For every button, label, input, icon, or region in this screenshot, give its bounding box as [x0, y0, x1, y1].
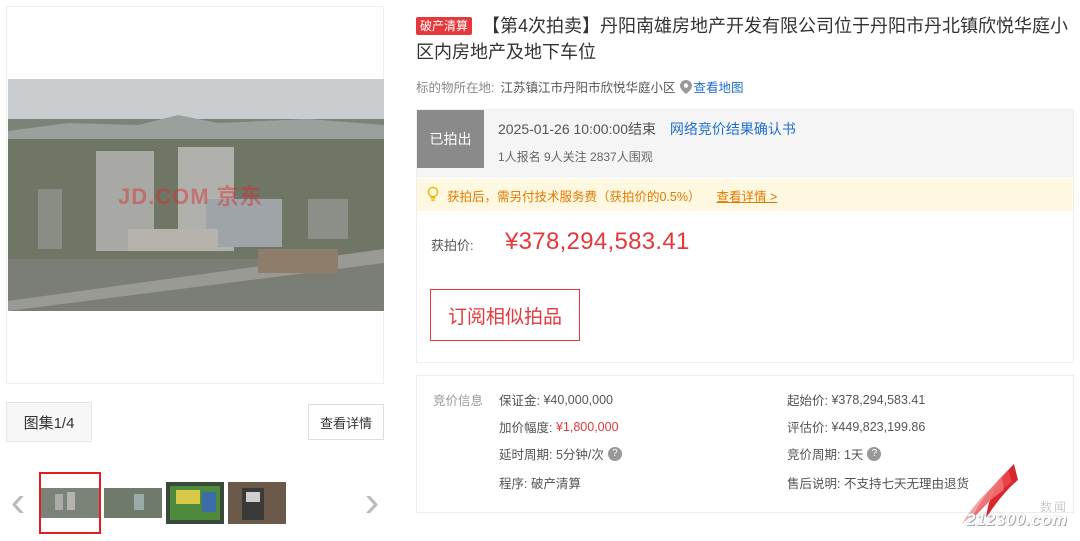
aftersale-label: 售后说明: [787, 477, 841, 491]
participation-counts: 1人报名 9人关注 2837人围观 [498, 150, 653, 164]
cycle-label: 竞价周期: [787, 448, 841, 462]
jd-watermark: JD.COM 京东 [118, 184, 263, 209]
increment-row: 加价幅度: ¥1,800,000 [499, 417, 619, 436]
item-title: 【第4次拍卖】丹阳南雄房地产开发有限公司位于丹阳市丹北镇欣悦华庭小区内房地产及地… [416, 16, 1069, 62]
delay-row: 延时周期: 5分钟/次 ? [499, 444, 622, 463]
help-icon[interactable]: ? [867, 446, 882, 461]
lightbulb-icon [427, 186, 439, 205]
start-price-value: ¥378,294,583.41 [831, 392, 926, 407]
end-time-row: 2025-01-26 10:00:00结束 网络竞价结果确认书 [498, 119, 796, 139]
main-image-panel: JD.COM 京东 [6, 6, 384, 384]
increment-value: ¥1,800,000 [555, 419, 619, 434]
thumbnail-4[interactable] [228, 482, 286, 524]
procedure-row: 程序: 破产清算 [499, 473, 581, 492]
delay-label: 延时周期: [499, 448, 553, 462]
cycle-row: 竞价周期: 1天 ? [787, 444, 882, 463]
thumbnail-2[interactable] [104, 482, 162, 524]
main-property-photo[interactable]: JD.COM 京东 [8, 79, 384, 311]
location-label: 标的物所在地: [416, 81, 495, 95]
prev-arrow-icon[interactable]: ‹ [8, 480, 28, 524]
bid-info-heading: 竞价信息 [433, 394, 484, 408]
cycle-value: 1天 [843, 448, 864, 462]
auction-status-panel: 已拍出 2025-01-26 10:00:00结束 网络竞价结果确认书 1人报名… [416, 109, 1074, 363]
increment-label: 加价幅度: [499, 421, 553, 435]
location-row: 标的物所在地: 江苏镇江市丹阳市欣悦华庭小区 查看地图 [416, 77, 744, 96]
procedure-label: 程序: [499, 477, 528, 491]
logo-cn-text: 数闻 [1040, 500, 1069, 514]
next-arrow-icon[interactable]: › [362, 480, 382, 524]
start-price-row: 起始价: ¥378,294,583.41 [787, 390, 925, 409]
thumbnail-1[interactable] [39, 472, 101, 534]
subscribe-similar-button[interactable]: 订阅相似拍品 [430, 289, 580, 341]
thumbnail-3[interactable] [166, 482, 224, 524]
notice-text: 获拍后，需另付技术服务费（获拍价的0.5%） [447, 189, 701, 204]
deposit-row: 保证金: ¥40,000,000 [499, 390, 613, 409]
view-details-button[interactable]: 查看详情 [308, 404, 384, 440]
appraisal-label: 评估价: [787, 421, 828, 435]
result-confirmation-link[interactable]: 网络竞价结果确认书 [670, 121, 796, 137]
deposit-value: ¥40,000,000 [543, 392, 613, 407]
aftersale-value: 不支持七天无理由退货 [843, 477, 969, 491]
notice-details-link[interactable]: 查看详情 > [717, 186, 778, 205]
procedure-value: 破产清算 [530, 477, 581, 491]
appraisal-value: ¥449,823,199.86 [831, 419, 926, 434]
status-header: 已拍出 2025-01-26 10:00:00结束 网络竞价结果确认书 1人报名… [417, 110, 1073, 178]
winning-price-value: ¥378,294,583.41 [505, 228, 690, 255]
help-icon[interactable]: ? [607, 446, 622, 461]
end-time: 2025-01-26 10:00:00结束 [498, 121, 656, 137]
winning-price-label: 获拍价: [431, 238, 474, 253]
service-fee-notice: 获拍后，需另付技术服务费（获拍价的0.5%） 查看详情 > [417, 179, 1073, 211]
album-counter[interactable]: 图集1/4 [6, 402, 92, 442]
location-value: 江苏镇江市丹阳市欣悦华庭小区 [500, 81, 676, 95]
sold-tag: 已拍出 [417, 110, 484, 168]
delay-value: 5分钟/次 [555, 448, 604, 462]
start-price-label: 起始价: [787, 394, 828, 408]
aftersale-row: 售后说明: 不支持七天无理由退货 [787, 473, 969, 492]
view-map-link[interactable]: 查看地图 [694, 77, 744, 96]
deposit-label: 保证金: [499, 394, 540, 408]
appraisal-row: 评估价: ¥449,823,199.86 [787, 417, 925, 436]
map-pin-icon [679, 79, 692, 94]
corner-watermark-logo: 212300.com 数闻 [958, 460, 1076, 536]
